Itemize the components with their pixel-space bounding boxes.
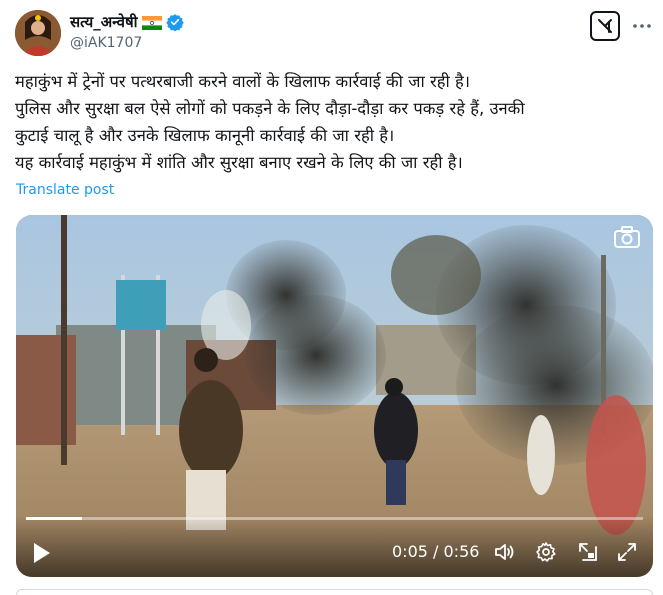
volume-icon [495,544,514,560]
tweet-text: महाकुंभ में ट्रेनों पर पत्थरबाजी करने वा… [15,68,650,176]
verified-badge-icon [165,13,184,32]
gear-icon [536,542,556,562]
picture-in-picture-icon [579,543,597,561]
next-card-edge [16,589,653,595]
more-dots-icon [633,24,651,28]
display-name[interactable]: सत्य_अन्वेषी [70,12,138,32]
video-progress-bar[interactable] [26,517,643,520]
more-options-button[interactable] [630,14,654,38]
volume-button[interactable] [494,541,516,563]
video-progress-fill [26,517,82,520]
translate-post-link[interactable]: Translate post [16,182,114,198]
tweet-line: महाकुंभ में ट्रेनों पर पत्थरबाजी करने वा… [15,72,471,91]
video-player[interactable]: 0:05 / 0:56 [16,215,653,577]
settings-button[interactable] [535,541,557,563]
india-flag-icon [141,15,162,30]
grok-button[interactable] [590,11,620,41]
user-handle[interactable]: @iAK1707 [70,35,142,51]
video-frame [16,215,653,577]
play-icon [34,543,50,563]
tweet-line: कुटाई चालू है और उनके खिलाफ कानूनी कार्र… [15,126,395,145]
tweet-line: पुलिस और सुरक्षा बल ऐसे लोगों को पकड़ने … [15,99,525,118]
tweet-line: यह कार्रवाई महाकुंभ में शांति और सुरक्षा… [15,153,463,172]
play-button[interactable] [32,542,52,564]
fullscreen-button[interactable] [616,541,638,563]
tweet-header: सत्य_अन्वेषी @iAK1707 [14,8,654,58]
camera-icon [613,225,641,249]
fullscreen-icon [618,543,636,561]
pip-button[interactable] [577,541,599,563]
avatar[interactable] [15,10,61,56]
grok-icon [598,19,612,33]
video-controls: 0:05 / 0:56 [16,527,653,577]
video-time: 0:05 / 0:56 [392,542,480,561]
